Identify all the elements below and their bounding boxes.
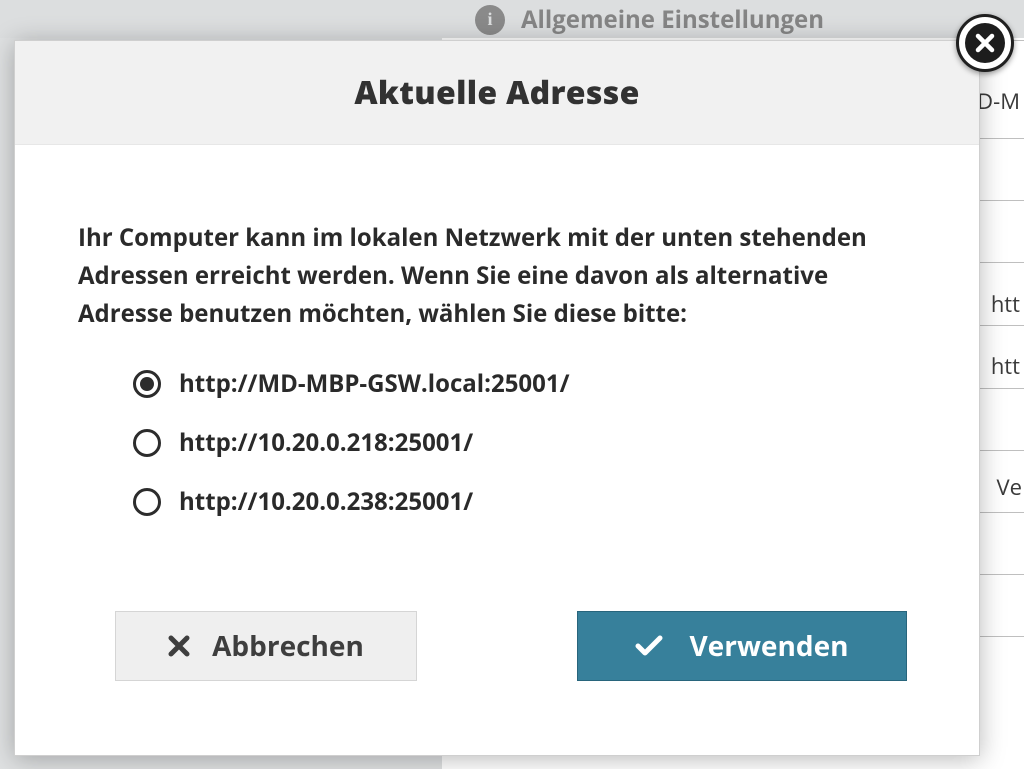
cancel-button-label: Abbrechen [212, 627, 364, 665]
close-icon [965, 23, 1005, 63]
modal-close-button[interactable] [956, 14, 1014, 72]
address-modal: Aktuelle Adresse Ihr Computer kann im lo… [14, 40, 980, 756]
address-option-label: http://10.20.0.218:25001/ [179, 426, 473, 459]
close-icon [168, 635, 190, 657]
modal-actions: Abbrechen Verwenden [15, 611, 979, 755]
bg-text: Ve [997, 472, 1022, 502]
use-button-label: Verwenden [689, 627, 848, 665]
cancel-button[interactable]: Abbrechen [115, 611, 417, 681]
radio-icon [133, 370, 161, 398]
modal-header: Aktuelle Adresse [15, 41, 979, 145]
bg-text: htt [991, 351, 1020, 381]
modal-body: Ihr Computer kann im lokalen Netzwerk mi… [15, 145, 979, 611]
bg-text: D-M [977, 86, 1020, 116]
address-radio-group: http://MD-MBP-GSW.local:25001/ http://10… [78, 367, 919, 518]
general-settings-heading: i Allgemeine Einstellungen [475, 3, 824, 36]
address-option-label: http://MD-MBP-GSW.local:25001/ [179, 367, 570, 400]
modal-title: Aktuelle Adresse [354, 71, 639, 114]
modal-description: Ihr Computer kann im lokalen Netzwerk mi… [78, 219, 919, 333]
radio-icon [133, 488, 161, 516]
address-option-label: http://10.20.0.238:25001/ [179, 485, 473, 518]
info-icon: i [475, 5, 505, 35]
general-settings-label: Allgemeine Einstellungen [521, 3, 824, 36]
use-button[interactable]: Verwenden [577, 611, 907, 681]
bg-text: htt [991, 289, 1020, 319]
address-option-0[interactable]: http://MD-MBP-GSW.local:25001/ [133, 367, 919, 400]
address-option-1[interactable]: http://10.20.0.218:25001/ [133, 426, 919, 459]
address-option-2[interactable]: http://10.20.0.238:25001/ [133, 485, 919, 518]
radio-icon [133, 429, 161, 457]
check-icon [635, 635, 663, 657]
